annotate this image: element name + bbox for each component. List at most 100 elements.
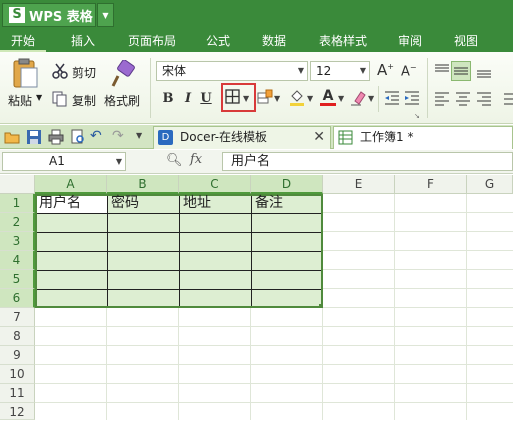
row-header-3[interactable]: 3 [0, 232, 35, 251]
menu-tab-data[interactable]: 数据 [252, 30, 296, 52]
ribbon-divider [378, 86, 379, 112]
cell-reference: A1 [49, 154, 65, 168]
font-settings-launcher-icon[interactable]: ↘ [414, 112, 420, 120]
align-bottom-icon[interactable] [476, 63, 492, 79]
gridline [35, 383, 513, 384]
chevron-down-icon: ▼ [297, 66, 304, 75]
select-all-corner[interactable] [0, 175, 35, 194]
menu-tab-table-style[interactable]: 表格样式 [310, 30, 376, 52]
tab-label: Docer-在线模板 [180, 130, 268, 144]
sheet-icon [338, 130, 353, 145]
row-header-6[interactable]: 6 [0, 289, 35, 308]
zoom-search-icon[interactable]: 🔍︎ [166, 153, 183, 168]
chevron-down-icon[interactable]: ▼ [274, 94, 280, 103]
formula-input[interactable]: 用户名 [222, 152, 513, 171]
column-header-g[interactable]: G [467, 175, 513, 194]
cut-button[interactable]: 剪切 [72, 64, 96, 81]
row-header-10[interactable]: 10 [0, 365, 35, 384]
fill-color-icon[interactable] [289, 89, 305, 107]
insert-function-button[interactable]: fx [190, 152, 202, 167]
align-left-icon[interactable] [434, 91, 450, 107]
align-top-icon[interactable] [434, 63, 450, 79]
quick-access-dropdown-icon[interactable]: ▼ [136, 131, 142, 140]
font-name-value: 宋体 [162, 64, 187, 78]
row-header-12[interactable]: 12 [0, 403, 35, 420]
menu-tab-formulas[interactable]: 公式 [196, 30, 240, 52]
column-header-f[interactable]: F [395, 175, 467, 194]
app-menu-dropdown-button[interactable]: ▼ [97, 3, 114, 27]
tab-docer-templates[interactable]: D Docer-在线模板 ✕ [153, 126, 331, 149]
paste-dropdown-arrow-icon[interactable]: ▼ [36, 93, 42, 102]
redo-icon[interactable]: ↷ [112, 128, 124, 144]
row-header-11[interactable]: 11 [0, 384, 35, 403]
cell-c1[interactable]: 地址 [181, 194, 251, 212]
decrease-indent-icon[interactable] [384, 90, 400, 106]
row-header-9[interactable]: 9 [0, 346, 35, 365]
save-icon[interactable] [26, 129, 42, 145]
increase-font-size-icon[interactable]: A+ [377, 61, 394, 79]
print-icon[interactable] [48, 129, 64, 145]
cell-style-icon[interactable] [257, 89, 273, 105]
border-button-highlight [221, 83, 256, 112]
align-center-icon[interactable] [455, 91, 471, 107]
print-preview-icon[interactable] [70, 129, 86, 145]
decrease-font-size-icon[interactable]: A− [401, 63, 417, 79]
close-icon[interactable]: ✕ [313, 127, 325, 148]
chevron-down-icon[interactable]: ▼ [116, 153, 122, 170]
column-header-d[interactable]: D [251, 175, 323, 194]
paste-button-label[interactable]: 粘贴 [8, 92, 32, 109]
column-header-e[interactable]: E [323, 175, 395, 194]
bold-button[interactable]: B [160, 90, 176, 108]
font-size-select[interactable]: 12 ▼ [310, 61, 370, 81]
tab-label: 工作簿1 * [360, 130, 414, 144]
menu-tab-home[interactable]: 开始 [0, 30, 46, 52]
copy-button[interactable]: 复制 [72, 92, 96, 109]
menu-tab-view[interactable]: 视图 [444, 30, 488, 52]
column-header-b[interactable]: B [107, 175, 179, 194]
gridline [35, 326, 513, 327]
row-header-2[interactable]: 2 [0, 213, 35, 232]
paste-icon[interactable] [8, 58, 42, 90]
folder-icon[interactable] [4, 129, 20, 145]
row-header-7[interactable]: 7 [0, 308, 35, 327]
cell-b1[interactable]: 密码 [109, 194, 179, 212]
name-box[interactable]: A1 ▼ [2, 152, 126, 171]
tab-workbook[interactable]: 工作簿1 * [333, 126, 513, 149]
column-header-a[interactable]: A [35, 175, 107, 194]
row-header-8[interactable]: 8 [0, 327, 35, 346]
scissors-icon [52, 63, 68, 79]
gridline [35, 345, 513, 346]
format-painter-label[interactable]: 格式刷 [104, 92, 140, 109]
docer-icon: D [158, 130, 173, 145]
clear-format-icon[interactable] [349, 89, 367, 107]
ribbon-divider [150, 58, 151, 118]
font-color-icon[interactable]: A [320, 88, 336, 108]
chevron-down-icon[interactable]: ▼ [368, 94, 374, 103]
font-size-value: 12 [316, 64, 332, 78]
font-name-select[interactable]: 宋体 ▼ [156, 61, 308, 81]
row-header-5[interactable]: 5 [0, 270, 35, 289]
merge-center-icon[interactable] [503, 91, 513, 107]
column-header-c[interactable]: C [179, 175, 251, 194]
chevron-down-icon[interactable]: ▼ [307, 94, 313, 103]
increase-indent-icon[interactable] [404, 90, 420, 106]
cell-d1[interactable]: 备注 [253, 194, 323, 212]
row-header-1[interactable]: 1 [0, 194, 35, 213]
align-middle-button[interactable] [451, 61, 471, 81]
wps-app-menu-button[interactable]: S WPS 表格 [2, 3, 96, 27]
row-header-4[interactable]: 4 [0, 251, 35, 270]
menu-tab-review[interactable]: 审阅 [388, 30, 432, 52]
menu-tab-insert[interactable]: 插入 [58, 30, 108, 52]
menu-tab-page-layout[interactable]: 页面布局 [118, 30, 186, 52]
chevron-down-icon[interactable]: ▼ [338, 94, 344, 103]
undo-icon[interactable]: ↶ [90, 128, 102, 144]
italic-button[interactable]: I [180, 90, 196, 108]
chevron-down-icon: ▼ [359, 66, 366, 75]
copy-icon [52, 91, 68, 107]
gridline [35, 402, 513, 403]
app-title: WPS 表格 [29, 9, 93, 25]
align-right-icon[interactable] [476, 91, 492, 107]
underline-button[interactable]: U [198, 90, 214, 108]
format-painter-icon[interactable] [110, 59, 136, 88]
cell-a1[interactable]: 用户名 [37, 194, 107, 212]
